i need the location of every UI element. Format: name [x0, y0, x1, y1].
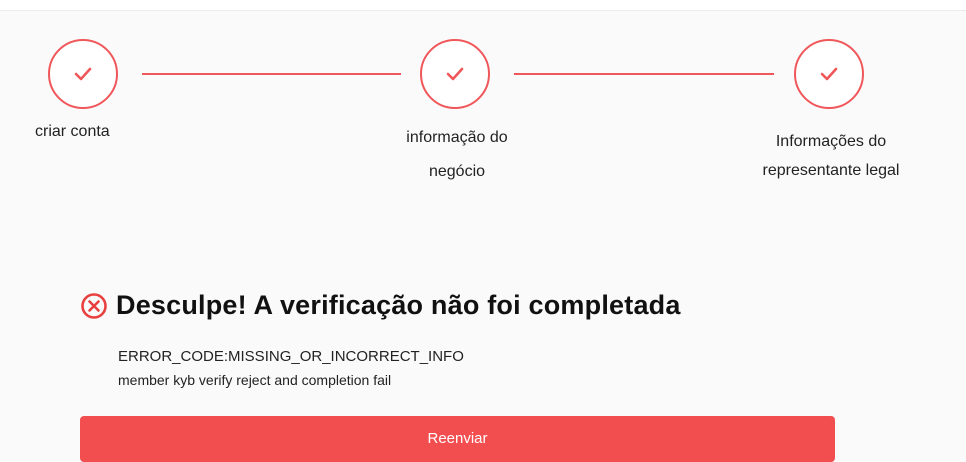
error-code: ERROR_CODE:MISSING_OR_INCORRECT_INFO: [118, 348, 464, 365]
check-icon: [446, 67, 464, 81]
verification-error: Desculpe! A verificação não foi completa…: [80, 290, 840, 321]
error-circle-icon: [81, 292, 107, 319]
step-3-label: Informações do representante legal: [762, 133, 900, 179]
step-3-indicator: [794, 39, 864, 109]
step-1-label: criar conta: [35, 123, 110, 140]
error-description: member kyb verify reject and completion …: [118, 372, 392, 388]
error-title: Desculpe! A verificação não foi completa…: [116, 290, 681, 320]
step-connector-1-2: [142, 73, 401, 75]
step-1-indicator: [48, 39, 118, 109]
check-icon: [74, 67, 92, 81]
step-2-indicator: [420, 39, 490, 109]
resend-button[interactable]: Reenviar: [80, 416, 835, 462]
progress-stepper: criar conta informação do negócio Inform…: [0, 0, 966, 240]
step-2-label: informação do negócio: [406, 129, 508, 180]
check-icon: [820, 67, 838, 81]
step-connector-2-3: [514, 73, 774, 75]
